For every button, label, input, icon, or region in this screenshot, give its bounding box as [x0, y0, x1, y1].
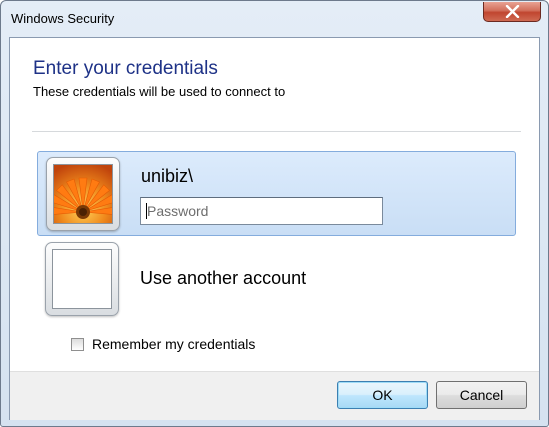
blank-user-tile-icon [52, 249, 112, 309]
remember-checkbox[interactable] [71, 338, 84, 351]
user-picture-frame [46, 157, 120, 231]
close-x-icon [505, 5, 520, 18]
remember-credentials-label[interactable]: Remember my credentials [92, 336, 255, 352]
dialog-body: Enter your credentials These credentials… [9, 37, 540, 420]
account-username: unibiz\ [141, 166, 194, 186]
flower-user-picture-icon [53, 164, 113, 224]
separator [32, 131, 521, 132]
ok-button[interactable]: OK [337, 381, 428, 409]
title-bar[interactable]: Windows Security [1, 1, 548, 37]
text-cursor [146, 203, 147, 219]
password-field[interactable] [140, 197, 383, 225]
cancel-button[interactable]: Cancel [436, 381, 527, 409]
account-tile-other[interactable]: Use another account [37, 237, 516, 319]
dialog-heading: Enter your credentials [33, 58, 218, 79]
close-button[interactable] [483, 2, 541, 22]
dialog-subheading: These credentials will be used to connec… [33, 84, 286, 99]
use-another-account-label: Use another account [140, 268, 307, 288]
credentials-window: Windows Security Enter your credentials … [0, 0, 549, 427]
blank-user-tile-frame [45, 242, 119, 316]
window-title: Windows Security [11, 11, 115, 26]
account-tile-selected[interactable]: unibiz\ [37, 151, 516, 236]
button-bar: OK Cancel [10, 371, 539, 420]
